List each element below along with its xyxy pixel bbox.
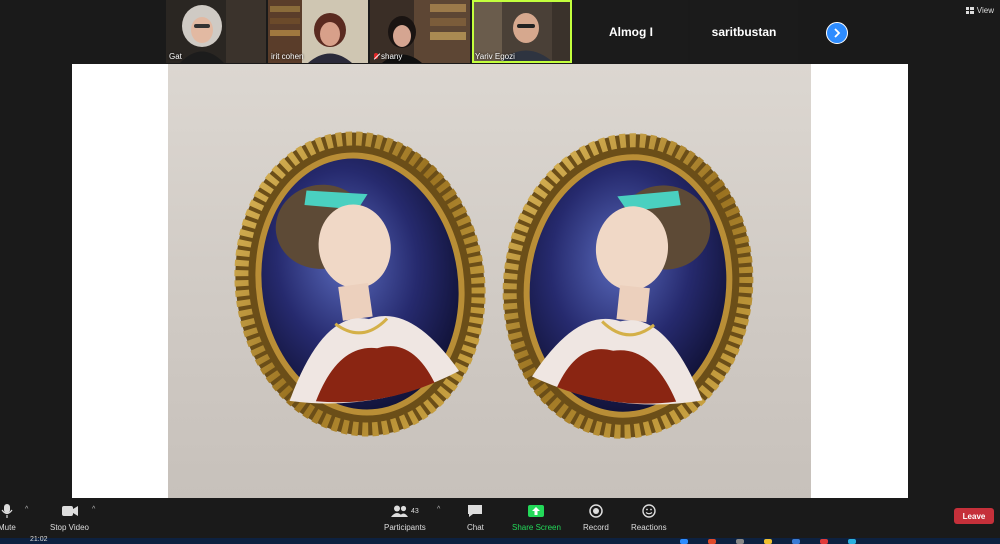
participant-tile-yariv-egozi[interactable]: Yariv Egozi [472,0,572,63]
participants-button[interactable]: 43 Participants [384,502,426,532]
browser-icon[interactable] [708,539,716,544]
taskbar-tray [680,539,856,544]
folder-icon[interactable] [764,539,772,544]
zoom-app-icon[interactable] [680,539,688,544]
record-button[interactable]: Record [583,502,609,532]
app-icon[interactable] [848,539,856,544]
video-camera-icon [61,502,79,520]
people-icon [391,505,408,517]
left-earring [234,131,486,437]
mic-off-icon [373,53,379,60]
grid-icon [965,7,974,14]
participant-name: Almog I [609,24,653,39]
record-icon [589,502,603,520]
app-icon[interactable] [736,539,744,544]
participant-name: Gat [169,52,182,61]
meeting-toolbar: Mute ^ Stop Video ^ 43 Participants ^ Ch… [0,498,1000,538]
taskbar-clock: 21:02 [30,536,48,543]
video-options-caret[interactable]: ^ [92,506,95,513]
mute-button[interactable]: Mute [0,502,16,532]
audio-options-caret[interactable]: ^ [25,506,28,513]
participants-count: 43 [411,507,419,515]
chevron-right-icon [834,28,841,38]
chat-button[interactable]: Chat [467,502,484,532]
shared-screen [72,64,908,498]
view-button[interactable]: View [965,6,994,15]
participant-tile-gat[interactable]: Gat [166,0,266,63]
app-icon[interactable] [792,539,800,544]
earrings-illustration [234,131,754,439]
microphone-icon [1,502,13,520]
participant-name: shany [373,52,402,61]
app-icon[interactable] [820,539,828,544]
participant-name: irit cohen [271,52,304,61]
next-page-button[interactable] [826,22,848,44]
reactions-button[interactable]: Reactions [631,502,667,532]
participant-name: saritbustan [711,24,777,39]
participants-options-caret[interactable]: ^ [437,506,440,513]
participant-tile-saritbustan[interactable]: saritbustan [690,0,798,63]
os-taskbar: 21:02 [0,536,1000,544]
chat-bubble-icon [467,502,483,520]
share-screen-button[interactable]: Share Screen [512,502,561,532]
leave-button[interactable]: Leave [954,508,994,524]
participant-tile-irit-cohen[interactable]: irit cohen [268,0,368,63]
participant-name: Yariv Egozi [475,52,515,61]
share-screen-icon [527,502,545,520]
participant-tile-shany[interactable]: shany [370,0,470,63]
participant-tile-almog[interactable]: Almog I [574,0,688,63]
shared-image [168,64,811,498]
smiley-icon [642,502,656,520]
mic-off-icon [694,53,700,60]
stop-video-button[interactable]: Stop Video [50,502,89,532]
participant-strip: Gat irit cohen shany Yariv Egozi Almog I… [166,0,798,63]
right-earring [502,133,754,439]
